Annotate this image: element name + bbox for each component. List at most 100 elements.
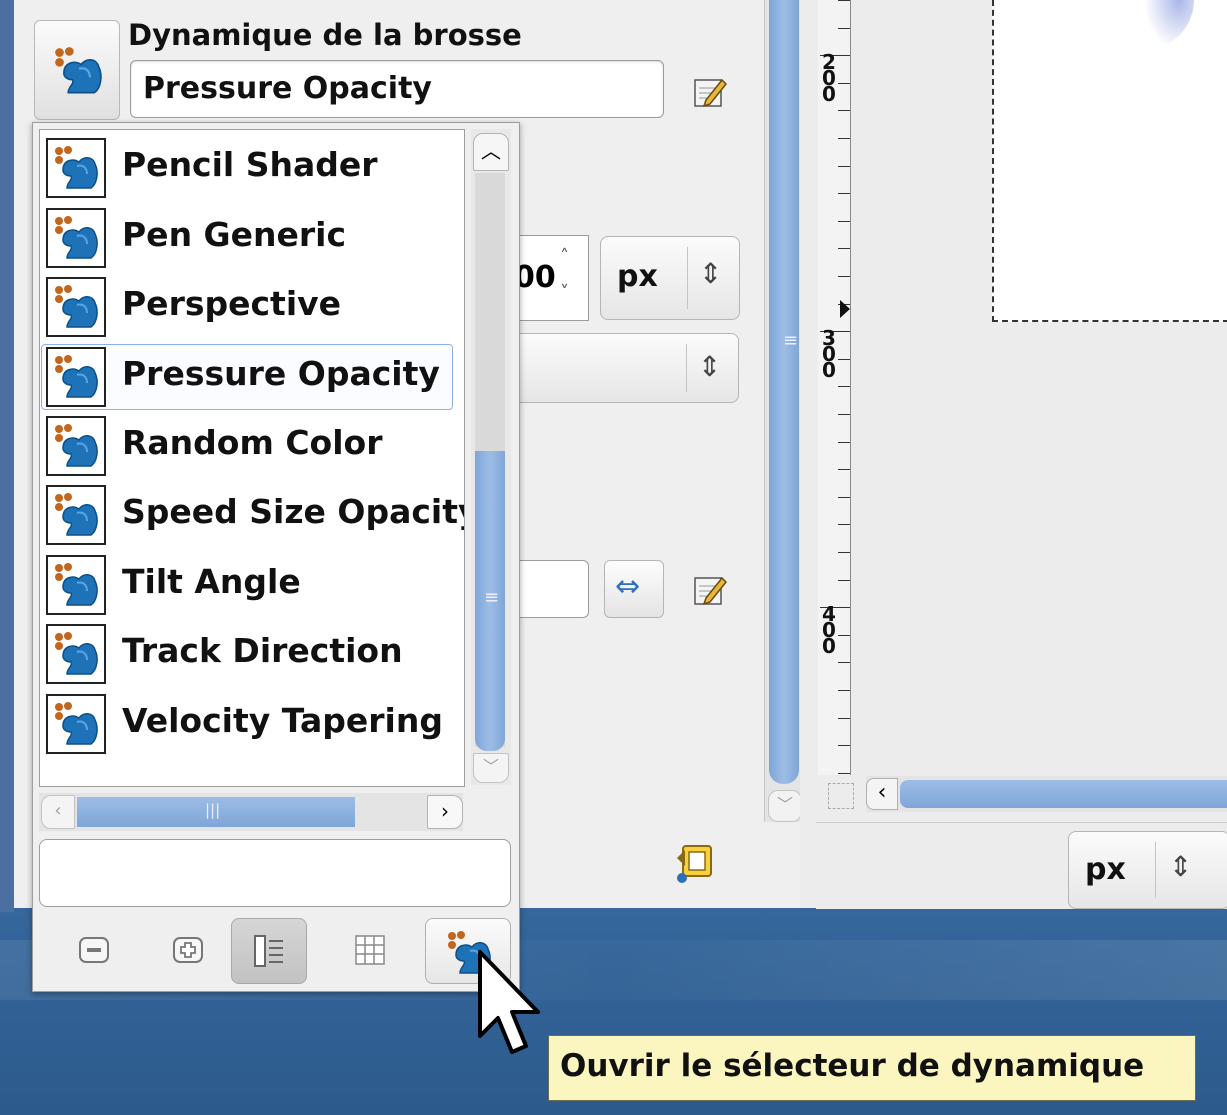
updown-arrows-icon: ⇕ xyxy=(699,257,723,290)
mouse-pointer-icon xyxy=(478,950,540,1054)
dynamics-list[interactable]: Pencil Generic Pencil Shader Pen Generic Pe… xyxy=(39,129,465,787)
view-as-list-icon xyxy=(254,935,283,967)
ruler-tick xyxy=(838,414,850,415)
list-item[interactable]: Speed Size Opacity xyxy=(40,482,464,550)
image-canvas[interactable] xyxy=(992,0,1227,322)
ruler-tick xyxy=(838,442,850,443)
spin-down-icon[interactable]: ˅ xyxy=(560,282,569,303)
list-hscroll-thumb[interactable]: ||| xyxy=(77,797,355,827)
view-as-grid-icon xyxy=(355,935,385,965)
dynamics-preview-icon xyxy=(46,346,106,407)
ruler-tick xyxy=(838,386,850,387)
list-item-label: Velocity Tapering xyxy=(122,700,443,740)
scroll-left-button[interactable]: ‹ xyxy=(866,778,898,810)
ruler-tick xyxy=(838,221,850,222)
unit-selector[interactable]: px ⇕ xyxy=(600,236,740,320)
list-item-label: Pen Generic xyxy=(122,214,347,254)
swap-icon: ⇔ xyxy=(615,569,641,604)
list-item-label: Track Direction xyxy=(122,631,403,671)
ruler-tick xyxy=(838,662,850,663)
popup-toolbar xyxy=(33,913,519,991)
tooltip: Ouvrir le sélecteur de dynamique xyxy=(548,1035,1196,1101)
edit-icon[interactable] xyxy=(692,572,728,608)
dock-scrollbar-thumb[interactable]: ≡ xyxy=(769,0,799,784)
updown-arrows-icon: ⇕ xyxy=(698,350,722,383)
vertical-ruler[interactable]: 2 0 0 3 0 0 4 0 0 xyxy=(818,0,851,775)
ruler-tick xyxy=(838,635,850,636)
ruler-tick xyxy=(838,28,850,29)
list-item-label: Pencil Shader xyxy=(122,145,378,185)
separator xyxy=(687,247,688,309)
window-left-border xyxy=(0,0,14,912)
scroll-left-button[interactable]: ‹ xyxy=(41,795,75,829)
ruler-tick xyxy=(838,166,850,167)
dynamics-preview-icon xyxy=(46,207,106,268)
list-item-label: Random Color xyxy=(122,423,383,462)
scroll-down-button[interactable]: ﹀ xyxy=(473,753,509,783)
ruler-tick xyxy=(838,524,850,525)
spin-up-icon[interactable]: ˄ xyxy=(560,246,569,267)
dynamics-preview-icon xyxy=(46,138,106,199)
dynamics-preview-icon xyxy=(46,693,106,754)
ruler-number: 3 0 0 xyxy=(822,326,836,382)
quick-mask-toggle[interactable] xyxy=(828,783,854,809)
list-scrollbar-thumb[interactable]: ≡ xyxy=(475,451,505,751)
swap-button[interactable]: ⇔ xyxy=(604,560,664,618)
dynamics-preview-icon xyxy=(46,554,106,615)
edit-icon[interactable] xyxy=(692,74,728,110)
smaller-previews-icon xyxy=(79,937,109,963)
dynamics-preview-icon xyxy=(46,485,106,546)
size-value: 00 xyxy=(514,260,556,295)
ruler-tick xyxy=(838,580,850,581)
filter-input[interactable] xyxy=(39,839,511,907)
ruler-tick xyxy=(838,552,850,553)
ruler-tick xyxy=(838,718,850,719)
dynamics-title: Dynamique de la brosse xyxy=(128,18,522,52)
ruler-tick xyxy=(838,110,850,111)
view-as-list-button[interactable] xyxy=(231,918,307,984)
ruler-tick xyxy=(838,745,850,746)
ruler-tick xyxy=(838,690,850,691)
canvas-scrollbar-thumb[interactable] xyxy=(900,780,1227,808)
dynamics-chooser-popup: Pencil Generic Pencil Shader Pen Generic Pe… xyxy=(32,122,520,992)
dynamics-name-field[interactable]: Pressure Opacity xyxy=(130,60,664,118)
scroll-up-button[interactable]: ︿ xyxy=(473,133,509,171)
scrollbar-grip-icon: ||| xyxy=(205,801,221,819)
list-item[interactable]: Velocity Tapering xyxy=(40,691,464,759)
list-item[interactable]: Pen Generic xyxy=(40,205,464,273)
tooltip-text: Ouvrir le sélecteur de dynamique xyxy=(560,1048,1145,1084)
list-item[interactable]: Pressure Opacity xyxy=(40,343,464,412)
status-unit-selector[interactable]: px ⇕ xyxy=(1068,831,1227,909)
brush-dynamics-icon xyxy=(53,47,103,95)
ruler-number: 4 0 0 xyxy=(822,602,836,658)
list-item-label: Speed Size Opacity xyxy=(122,492,465,532)
larger-previews-button[interactable] xyxy=(151,918,225,982)
reset-icon[interactable] xyxy=(673,840,719,886)
list-horizontal-scrollbar[interactable]: ‹ ||| › xyxy=(39,793,463,831)
separator xyxy=(1155,842,1156,898)
ruler-pointer-marker xyxy=(840,300,850,318)
list-item[interactable]: Random Color xyxy=(40,413,464,481)
list-vertical-scrollbar[interactable]: ︿ ≡ ﹀ xyxy=(471,129,511,785)
brush-dynamics-button[interactable] xyxy=(34,20,120,120)
ruler-tick xyxy=(838,276,850,277)
scroll-down-button[interactable]: ﹀ xyxy=(768,790,802,822)
list-item[interactable]: Tilt Angle xyxy=(40,552,464,620)
ruler-tick xyxy=(838,469,850,470)
scroll-right-button[interactable]: › xyxy=(427,795,463,829)
view-as-grid-button[interactable] xyxy=(333,918,407,982)
combo-box[interactable]: ⇕ xyxy=(500,333,739,403)
list-item[interactable]: Perspective xyxy=(40,274,464,342)
status-unit-label: px xyxy=(1085,852,1126,887)
canvas-horizontal-scrollbar[interactable]: ‹ xyxy=(866,776,1227,812)
larger-previews-icon xyxy=(173,937,203,963)
list-item[interactable]: Pencil Generic xyxy=(40,130,464,134)
ruler-tick xyxy=(838,497,850,498)
dynamics-preview-icon xyxy=(46,277,106,338)
ruler-tick xyxy=(838,0,850,1)
list-item[interactable]: Pencil Shader xyxy=(40,135,464,203)
smaller-previews-button[interactable] xyxy=(57,918,131,982)
updown-arrows-icon: ⇕ xyxy=(1169,850,1193,883)
list-item[interactable]: Track Direction xyxy=(40,621,464,689)
list-item-label: Tilt Angle xyxy=(122,561,301,601)
